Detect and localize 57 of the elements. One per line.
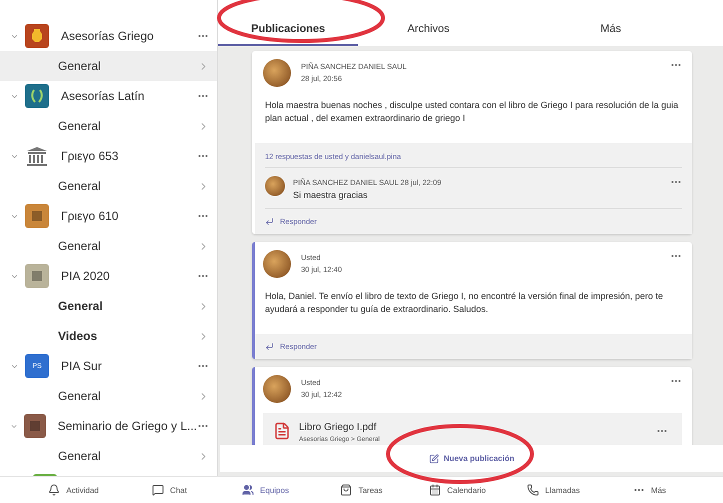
nav-tab[interactable]: Más	[602, 484, 698, 496]
tab[interactable]: Archivos	[358, 23, 499, 46]
reply-icon	[265, 342, 274, 351]
channel-name: General	[58, 179, 102, 193]
team-name[interactable]: PIA Sur	[61, 359, 197, 373]
nav-tab[interactable]: Chat	[122, 484, 218, 496]
team-name[interactable]: Γριεγο 653	[61, 149, 197, 163]
tab[interactable]: Publicaciones	[218, 23, 358, 46]
channel-name: General	[58, 59, 102, 73]
tab[interactable]: Más	[498, 23, 723, 46]
channel-item[interactable]: General	[0, 171, 217, 201]
calendar-icon	[429, 484, 442, 496]
nav-tab[interactable]: Actividad	[26, 484, 122, 496]
avatar-photo-placeholder	[263, 250, 291, 278]
avatar-photo-placeholder	[265, 176, 285, 196]
channel-name: General	[58, 299, 104, 313]
channel-item[interactable]: General	[0, 231, 217, 261]
channel-item[interactable]: General	[0, 291, 217, 321]
post-text: Hola, Daniel. Te envío el libro de texto de Griego I, no encontré la versión final de impresión, pero te ayudará a responder tu guía de extraordinario. Saludos.	[264, 290, 664, 316]
nav-tab[interactable]: Tareas	[314, 484, 410, 496]
reply-icon	[265, 217, 274, 226]
pdf-file-icon	[273, 422, 291, 440]
reply-text: Si maestra gracias	[293, 190, 369, 200]
channel-item[interactable]: General	[0, 441, 217, 471]
team-icon	[24, 414, 46, 438]
compose-icon	[428, 454, 439, 464]
chat-icon	[152, 484, 164, 496]
phone-icon	[527, 484, 540, 496]
team-icon	[25, 264, 49, 288]
channel-name: General	[58, 449, 102, 463]
nav-tab[interactable]: Llamadas	[506, 484, 602, 496]
team-icon	[25, 24, 49, 48]
bag-icon	[340, 484, 352, 496]
post-text: Hola maestra buenas noches , disculpe usted contara con el libro de Griego I para resolución de la guia plan actual , del examen extraordinario de griego I	[264, 99, 680, 125]
channel-item[interactable]: Videos	[0, 321, 217, 351]
nav-tab[interactable]: Calendario	[410, 484, 506, 496]
channel-name: General	[58, 389, 102, 403]
team-icon	[25, 204, 49, 228]
avatar-photo-placeholder	[263, 375, 291, 403]
channel-name: General	[58, 239, 102, 253]
bell-icon	[48, 484, 60, 496]
team-name[interactable]: Asesorías Griego	[61, 29, 197, 43]
team-name[interactable]: Seminario de Griego y L...	[58, 419, 197, 433]
people-icon	[242, 484, 254, 496]
team-icon	[25, 84, 49, 108]
channel-item[interactable]: General	[0, 111, 217, 141]
team-name[interactable]: Γριεγο 610	[61, 209, 197, 223]
team-name[interactable]: PIA 2020	[61, 269, 197, 283]
channel-name: General	[58, 119, 102, 133]
new-post-button[interactable]: Nueva publicación	[422, 452, 520, 464]
channel-name: Videos	[58, 329, 98, 343]
avatar-photo-placeholder	[263, 59, 291, 87]
file-name: Libro Griego I.pdf	[299, 422, 378, 433]
team-name[interactable]: Asesorías Latín	[61, 89, 197, 103]
channel-item[interactable]: General	[0, 381, 217, 411]
nav-tab[interactable]: Equipos	[218, 484, 314, 496]
channel-item[interactable]: General	[0, 51, 217, 81]
